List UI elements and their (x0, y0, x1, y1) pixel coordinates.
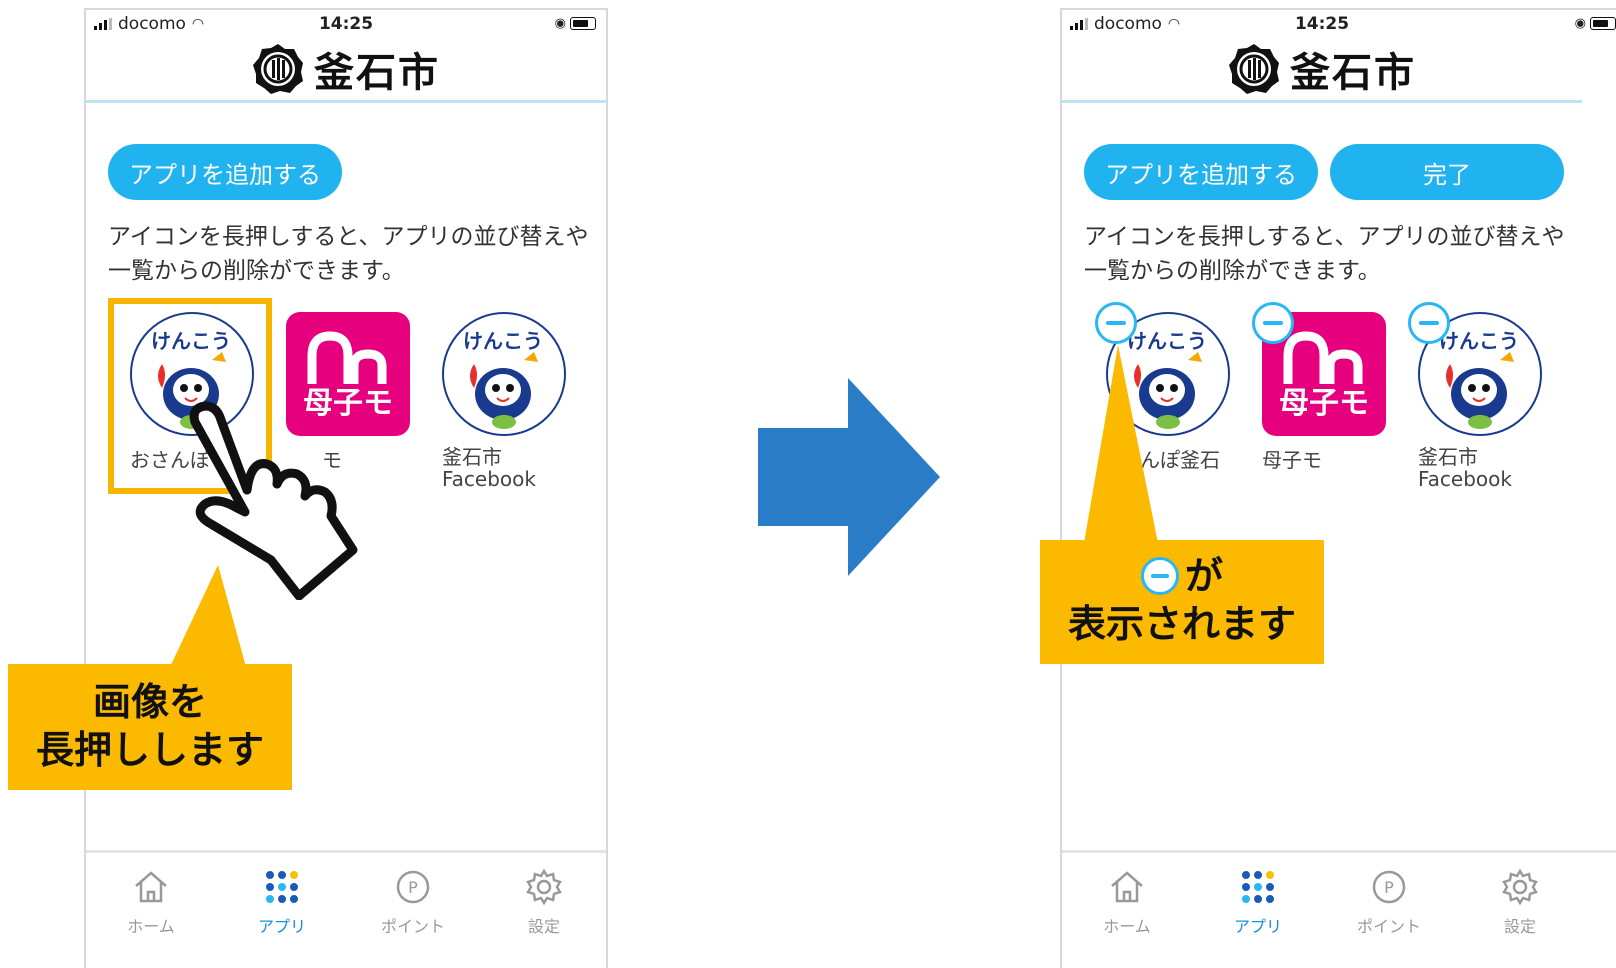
instruction-callout: が 表示されます (1040, 540, 1324, 664)
add-app-button[interactable]: アプリを追加する (1084, 144, 1318, 200)
done-button[interactable]: 完了 (1330, 144, 1564, 200)
tab-settings[interactable]: 設定 (489, 867, 599, 937)
delete-app-button[interactable] (1252, 302, 1294, 344)
tab-apps[interactable]: アプリ (1203, 867, 1313, 937)
callout-line: 表示されます (1067, 602, 1296, 646)
callout-line: 長押しします (35, 728, 264, 772)
tab-label: アプリ (1233, 917, 1282, 936)
page-title: 釜石市 (314, 50, 440, 96)
next-step-arrow-icon (758, 378, 940, 576)
app-header: 釜石市 (1062, 38, 1582, 103)
tab-label: ホーム (127, 917, 175, 936)
tab-bar: ホーム アプリ P ポイント 設定 (86, 850, 606, 968)
status-time: 14:25 (1294, 14, 1350, 34)
point-icon: P (396, 870, 430, 904)
status-time: 14:25 (318, 14, 374, 34)
tab-point[interactable]: P ポイント (358, 867, 468, 937)
tab-label: ポイント (1356, 917, 1421, 936)
kenkou-mascot-icon: けんこう (442, 312, 566, 436)
tab-label: 設定 (1503, 917, 1536, 936)
gear-icon (1502, 868, 1538, 906)
add-app-button[interactable]: アプリを追加する (108, 144, 342, 200)
battery-icon (570, 17, 596, 30)
tab-bar: ホーム アプリ P ポイント 設定 (1062, 850, 1616, 968)
tab-label: 設定 (527, 917, 560, 936)
apps-grid-icon (1242, 871, 1274, 903)
callout-pointer (170, 565, 246, 667)
delete-app-button[interactable] (1095, 302, 1137, 344)
page-title: 釜石市 (1290, 50, 1416, 96)
tab-home[interactable]: ホーム (1072, 867, 1182, 937)
rotation-lock-icon: ◉ (554, 16, 566, 31)
app-header: 釜石市 (86, 38, 606, 103)
tab-home[interactable]: ホーム (96, 867, 206, 937)
battery-icon (1590, 17, 1616, 30)
city-crest-icon (253, 44, 303, 94)
app-label: 釜石市 Facebook (442, 445, 536, 491)
svg-text:けんこう: けんこう (151, 329, 231, 353)
point-icon: P (1372, 870, 1406, 904)
tab-settings[interactable]: 設定 (1465, 867, 1575, 937)
app-label: 母子モ (1262, 448, 1322, 472)
instruction-callout: 画像を 長押しします (8, 664, 292, 790)
city-crest-icon (1229, 44, 1279, 94)
app-label: 釜石市 Facebook (1418, 445, 1512, 491)
callout-line: 画像を (92, 680, 207, 724)
tab-point[interactable]: P ポイント (1334, 867, 1444, 937)
gear-icon (526, 868, 562, 906)
status-bar: docomo ◠ 14:25 ◉ (1062, 10, 1616, 40)
callout-line-row: が (1040, 552, 1324, 600)
svg-text:けんこう: けんこう (463, 329, 543, 353)
tab-label: ホーム (1103, 917, 1151, 936)
boshimo-mark: 母子モ (1279, 386, 1369, 421)
status-bar: docomo ◠ 14:25 ◉ (86, 10, 606, 40)
svg-text:P: P (1384, 878, 1394, 897)
instruction-text: アイコンを長押しすると、アプリの並び替えや一覧からの削除ができます。 (1084, 224, 1565, 284)
app-item-facebook[interactable]: けんこう 釜石市 Facebook (442, 312, 566, 490)
tab-label: アプリ (257, 917, 306, 936)
callout-line: が (1184, 554, 1223, 598)
home-icon (135, 871, 167, 903)
svg-text:P: P (408, 878, 418, 897)
tab-apps[interactable]: アプリ (227, 867, 337, 937)
home-icon (1111, 871, 1143, 903)
svg-text:けんこう: けんこう (1439, 329, 1519, 353)
callout-pointer (1084, 345, 1158, 543)
tab-label: ポイント (380, 917, 445, 936)
instruction-text: アイコンを長押しすると、アプリの並び替えや一覧からの削除ができます。 (108, 224, 589, 284)
apps-grid-icon (266, 871, 298, 903)
minus-circle-icon (1140, 557, 1179, 595)
delete-app-button[interactable] (1408, 302, 1450, 344)
rotation-lock-icon: ◉ (1574, 16, 1586, 31)
